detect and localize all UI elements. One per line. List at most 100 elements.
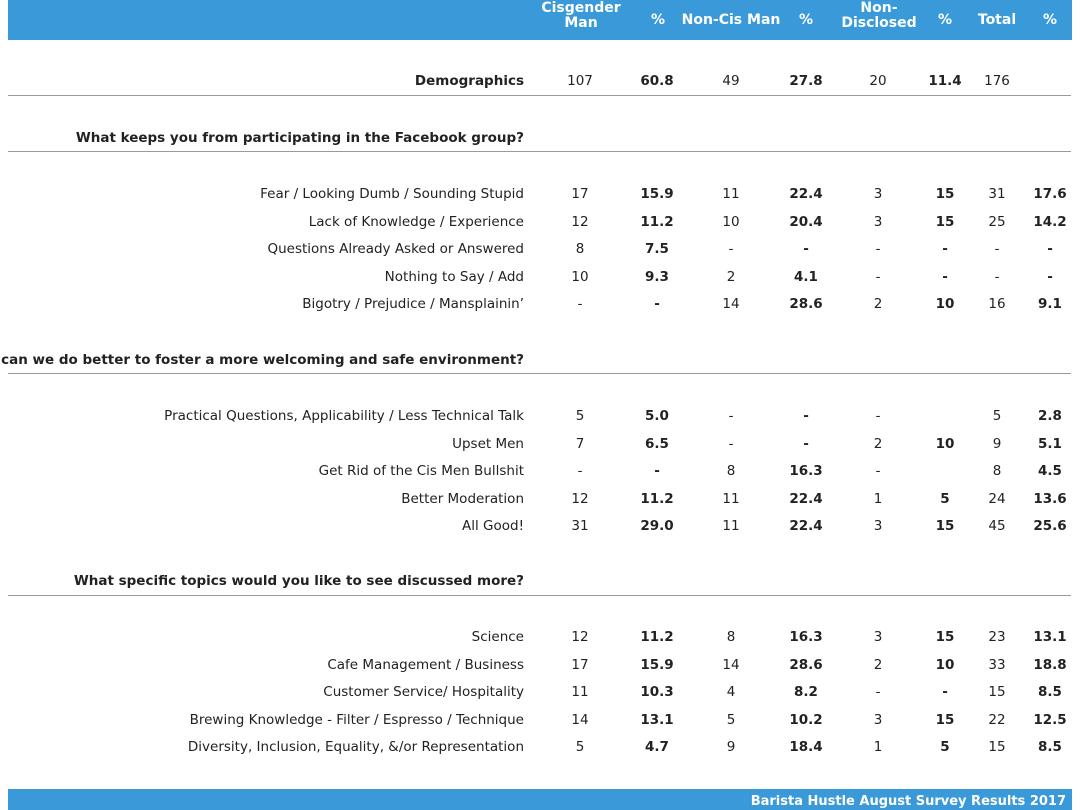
table-cell: 3 [873, 629, 883, 645]
table-row: Nothing to Say / Add 10 9.3 2 4.1 - - - - [0, 265, 1080, 289]
table-cell: 49 [722, 73, 740, 89]
table-cell: 12.5 [1033, 712, 1067, 728]
table-cell: 8.2 [794, 684, 818, 700]
table-cell: 15.9 [640, 657, 674, 673]
table-cell: 17.6 [1033, 186, 1067, 202]
table-cell: 1 [873, 491, 883, 507]
table-cell: 10 [935, 296, 955, 312]
table-cell: 11.4 [928, 73, 962, 89]
section-title: What specific topics would you like to s… [73, 573, 524, 589]
table-cell: 28.6 [789, 296, 823, 312]
section-heading-row: What keeps you from participating in the… [0, 126, 1080, 150]
table-cell: - [875, 408, 881, 424]
section-title: What can we do better to foster a more w… [0, 352, 524, 368]
footer-title: Barista Hustle August Survey Results 201… [750, 794, 1066, 809]
table-cell: 16.3 [789, 463, 823, 479]
table-cell: 176 [984, 73, 1010, 89]
table-cell: 9 [726, 739, 736, 755]
table-cell: 3 [873, 518, 883, 534]
table-row: Questions Already Asked or Answered 8 7.5 -… [0, 237, 1080, 261]
row-label: Demographics [414, 73, 524, 89]
row-label: Questions Already Asked or Answered [267, 241, 524, 257]
table-cell: 15 [935, 712, 955, 728]
table-cell: - [942, 684, 948, 700]
table-cell: 5 [940, 491, 950, 507]
table-row: Customer Service/ Hospitality 11 10.3 4 8.2 -… [0, 680, 1080, 704]
table-cell: - [942, 269, 948, 285]
table-row: All Good! 31 29.0 11 22.4 3 15 45 25.6 [0, 514, 1080, 538]
table-cell: 15.9 [640, 186, 674, 202]
table-cell: 14 [571, 712, 589, 728]
table-cell: 8 [575, 241, 585, 257]
section-heading-row: What specific topics would you like to s… [0, 569, 1080, 593]
row-label: Science [471, 629, 524, 645]
header-non-cis-man: Non-Cis Man [681, 11, 781, 28]
row-label: Customer Service/ Hospitality [323, 684, 524, 700]
table-row: Brewing Knowledge - Filter / Espresso / … [0, 708, 1080, 732]
table-row: Demographics 107 60.8 49 27.8 20 11.4 176 [0, 69, 1080, 93]
table-cell: 24 [988, 491, 1006, 507]
table-cell: 22 [988, 712, 1006, 728]
table-cell: 7 [575, 436, 585, 452]
table-cell: 2 [873, 296, 883, 312]
table-cell: 10 [571, 269, 589, 285]
table-row: Fear / Looking Dumb / Sounding Stupid 17 1… [0, 182, 1080, 206]
table-cell: 1 [873, 739, 883, 755]
table-cell: 5.1 [1038, 436, 1062, 452]
header-percent-cis: % [650, 11, 666, 28]
table-cell: - [875, 241, 881, 257]
table-cell: 23 [988, 629, 1006, 645]
table-cell: 9.1 [1038, 296, 1062, 312]
table-cell: 18.4 [789, 739, 823, 755]
table-cell: 29.0 [640, 518, 674, 534]
row-label: Fear / Looking Dumb / Sounding Stupid [260, 186, 524, 202]
table-cell: 5 [992, 408, 1002, 424]
table-cell: 7.5 [645, 241, 669, 257]
table-cell: 22.4 [789, 491, 823, 507]
header-percent-total: % [1042, 11, 1058, 28]
section-divider [8, 151, 1071, 152]
table-cell: 13.1 [1033, 629, 1067, 645]
header-non-disclosed: Non- Disclosed [841, 0, 917, 31]
table-cell: - [803, 436, 809, 452]
table-cell: - [875, 269, 881, 285]
table-cell: 8 [726, 463, 736, 479]
row-label: Better Moderation [401, 491, 524, 507]
table-cell: 5.0 [645, 408, 669, 424]
table-cell: - [1047, 269, 1053, 285]
table-cell: 15 [935, 518, 955, 534]
row-label: Practical Questions, Applicability / Les… [164, 408, 524, 424]
table-cell: 12 [571, 491, 589, 507]
table-cell: - [654, 463, 660, 479]
table-cell: 12 [571, 629, 589, 645]
table-cell: 16.3 [789, 629, 823, 645]
table-cell: - [875, 684, 881, 700]
table-cell: 10 [935, 657, 955, 673]
table-cell: 2 [873, 436, 883, 452]
header-cisgender-man: Cisgender Man [541, 0, 621, 31]
table-cell: 8 [726, 629, 736, 645]
table-cell: 14 [722, 657, 740, 673]
table-cell: 2 [726, 269, 736, 285]
table-cell: 14 [722, 296, 740, 312]
row-label: Nothing to Say / Add [384, 269, 524, 285]
table-cell: 16 [988, 296, 1006, 312]
table-cell: - [994, 269, 1000, 285]
row-label: Cafe Management / Business [327, 657, 524, 673]
row-label: Lack of Knowledge / Experience [308, 214, 524, 230]
table-cell: 107 [567, 73, 593, 89]
table-cell: 5 [726, 712, 736, 728]
table-cell: 27.8 [789, 73, 823, 89]
table-cell: 20 [869, 73, 887, 89]
table-cell: 10.2 [789, 712, 823, 728]
table-row: Science 12 11.2 8 16.3 3 15 23 13.1 [0, 625, 1080, 649]
table-cell: 11 [722, 518, 740, 534]
table-cell: - [577, 296, 583, 312]
table-cell: 60.8 [640, 73, 674, 89]
table-cell: 15 [988, 739, 1006, 755]
header-percent-non-cis: % [798, 11, 814, 28]
section-divider [8, 373, 1071, 374]
table-cell: 11 [722, 491, 740, 507]
table-cell: 22.4 [789, 186, 823, 202]
table-cell: 15 [935, 629, 955, 645]
